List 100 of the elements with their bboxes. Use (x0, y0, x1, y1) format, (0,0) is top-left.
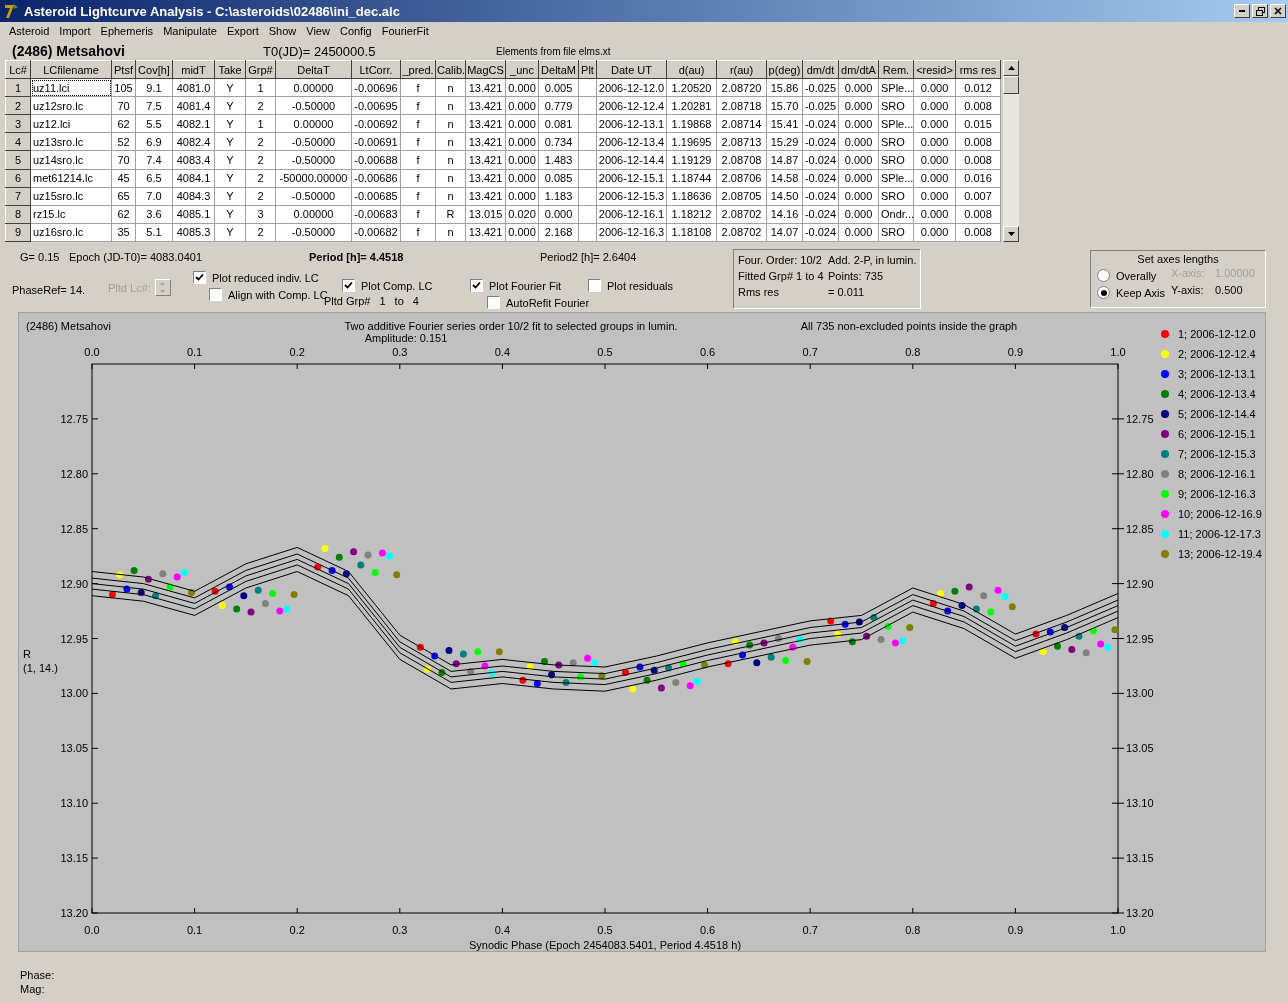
column-header[interactable]: LtCorr. (351, 60, 401, 79)
restore-button[interactable] (1252, 4, 1268, 18)
table-cell: 14.58 (766, 169, 803, 188)
column-header[interactable]: Take (214, 60, 246, 79)
data-point (884, 622, 892, 630)
close-button[interactable] (1270, 4, 1286, 18)
table-cell: 0.779 (538, 96, 579, 115)
table-cell: -0.00688 (351, 150, 401, 170)
vertical-scrollbar[interactable] (1003, 60, 1019, 242)
column-header[interactable]: Calib. (435, 60, 466, 79)
elements-source-label: Elements from file elms.xt (496, 46, 611, 59)
column-header[interactable]: <resid> (913, 60, 956, 79)
column-header[interactable]: Date UT (596, 60, 667, 79)
table-cell: n (435, 187, 466, 206)
minimize-button[interactable] (1234, 4, 1250, 18)
menu-item[interactable]: FourierFit (376, 25, 434, 37)
column-header[interactable]: midT (172, 60, 215, 79)
scrollbar-thumb[interactable] (1003, 76, 1019, 94)
radio-button[interactable]: Keep Axis (1097, 284, 1171, 301)
column-header[interactable]: DeltaT (275, 60, 352, 79)
table-cell: Y (214, 96, 246, 115)
table-cell: 0.000 (838, 205, 879, 224)
data-point (1111, 626, 1119, 634)
column-header[interactable]: p(deg) (766, 60, 803, 79)
column-header[interactable]: Rem. (878, 60, 914, 79)
data-point (803, 658, 811, 666)
data-point (906, 624, 914, 631)
checkbox[interactable]: Plot Comp. LC (342, 277, 470, 294)
spin-button[interactable] (154, 279, 171, 296)
menu-item[interactable]: View (301, 25, 335, 37)
data-point (665, 664, 673, 672)
menu-item[interactable]: Ephemeris (95, 25, 159, 37)
radio-button[interactable]: Overally (1097, 267, 1171, 284)
period-label: Period [h]= 4.4518 (309, 251, 405, 265)
table-cell: f (400, 187, 436, 206)
table-cell: 14.16 (766, 205, 803, 224)
x-tick-label: 0.4 (494, 346, 511, 358)
column-header[interactable]: r(au) (716, 60, 767, 79)
scroll-down-button[interactable] (1003, 226, 1019, 242)
table-cell: -0.00682 (351, 223, 401, 242)
table-cell: 0.000 (913, 223, 956, 242)
table-cell: 2 (245, 132, 276, 151)
column-header[interactable]: rms res (955, 60, 1001, 79)
column-header[interactable]: Grp# (245, 60, 276, 79)
y-tick-label: 13.15 (1126, 852, 1154, 865)
table-cell: 35 (111, 223, 136, 242)
data-point (569, 659, 577, 667)
checkbox[interactable]: AutoRefit Fourier (487, 294, 588, 311)
column-header[interactable]: LCfilename (30, 60, 112, 79)
table-cell: f (400, 169, 436, 188)
table-cell: -0.50000 (275, 96, 352, 115)
column-header[interactable]: Lc# (5, 60, 31, 79)
data-point (123, 585, 131, 593)
checkbox[interactable]: Plot residuals (588, 277, 674, 294)
column-header[interactable]: DeltaM (538, 60, 579, 79)
column-header[interactable]: dm/dtA (838, 60, 879, 79)
app-logo-icon (4, 3, 20, 19)
y-axis-title: R (23, 648, 31, 660)
data-point (870, 614, 878, 622)
column-header[interactable]: Cov[h] (135, 60, 173, 79)
menu-item[interactable]: Manipulate (158, 25, 222, 37)
table-cell: 0.005 (538, 78, 579, 97)
data-point (622, 669, 629, 676)
table-cell: 0.000 (505, 187, 539, 206)
menu-item[interactable]: Import (54, 25, 96, 37)
data-point (314, 563, 322, 571)
table-cell: 4085.3 (172, 223, 215, 242)
data-point (598, 672, 606, 680)
column-header[interactable]: _unc (505, 60, 539, 79)
table-cell: 0.085 (538, 169, 579, 188)
column-header[interactable]: MagCS (465, 60, 506, 79)
column-header[interactable]: _pred. (400, 60, 436, 79)
table-cell: 105 (111, 78, 136, 97)
table-cell: 0.000 (838, 132, 879, 151)
table-cell: 13.421 (465, 223, 506, 242)
checkbox[interactable]: Plot Fourier Fit (470, 277, 588, 294)
menu-item[interactable]: Config (334, 25, 377, 37)
column-header[interactable]: Ptsf (111, 60, 136, 79)
data-point (1082, 649, 1090, 657)
menu-item[interactable]: Asteroid (4, 25, 55, 37)
down-arrow-icon (160, 289, 166, 293)
column-header[interactable]: dm/dt (802, 60, 839, 79)
table-cell: SPle... (878, 114, 914, 133)
data-point (679, 660, 687, 668)
checkbox[interactable]: Plot reduced indiv. LC (193, 269, 324, 286)
table-cell: -0.024 (802, 187, 839, 206)
table-cell: 2006-12-12.4 (596, 96, 667, 115)
y-tick-label: 12.90 (1126, 577, 1154, 590)
data-point (495, 648, 503, 656)
column-header[interactable]: d(au) (666, 60, 717, 79)
check-icon (472, 281, 481, 290)
data-point (393, 571, 401, 579)
scroll-up-button[interactable] (1003, 60, 1019, 76)
menu-item[interactable]: Show (263, 25, 302, 37)
x-tick-label: 0.5 (597, 924, 613, 936)
menu-item[interactable]: Export (221, 25, 264, 37)
table-cell: f (400, 223, 436, 242)
data-point (774, 635, 782, 642)
data-point (863, 632, 871, 640)
radio-dot-icon (1100, 289, 1107, 296)
